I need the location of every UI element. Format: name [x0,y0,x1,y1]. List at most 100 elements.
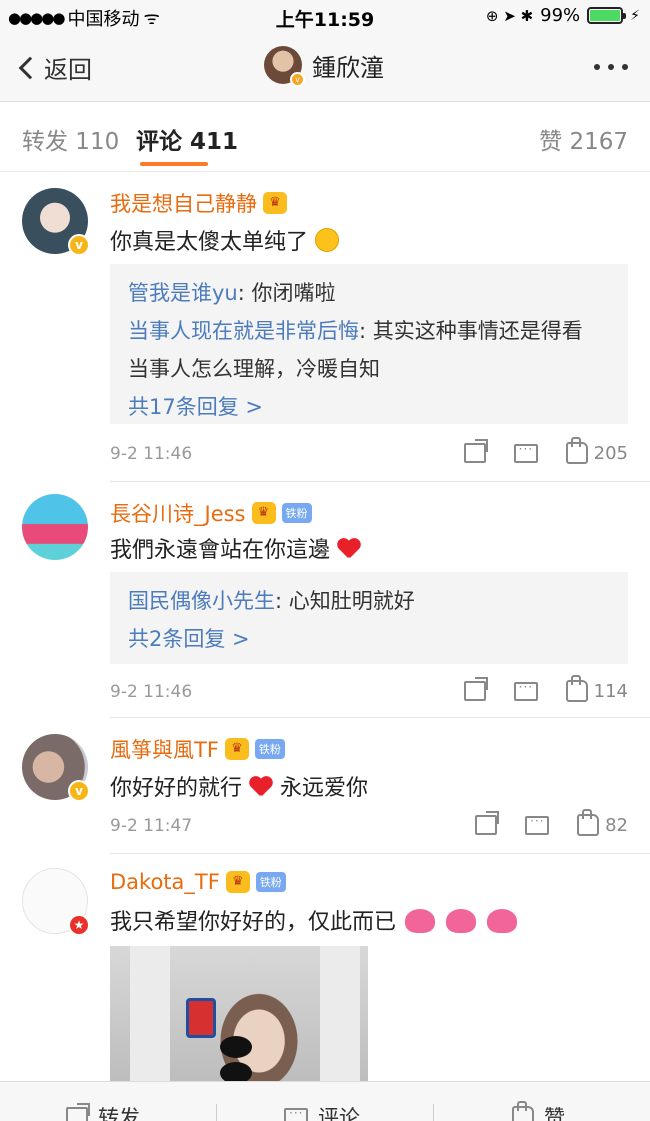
comment-icon [513,442,538,463]
comment-icon [525,814,550,835]
comment-username[interactable]: 我是想自己静静 [110,188,257,218]
reply-button[interactable] [513,680,538,701]
share-icon [475,811,500,835]
share-button[interactable] [463,677,488,701]
fan-badge: 铁粉 [254,739,285,759]
thumbs-up-icon [512,1101,534,1121]
comment-item: v 我是想自己静静 ♛ 你真是太傻太单纯了 管我是谁yu: 你闭嘴啦 当事人现在… [0,172,650,482]
pink-heart-icon [405,909,436,933]
battery-icon [587,7,627,24]
like-button[interactable]: 114 [565,675,628,702]
reply-item: 国民偶像小先生: 心知肚明就好 [128,582,610,620]
reply-text: 当事人怎么理解，冷暖自知 [128,357,380,381]
share-button[interactable] [463,439,488,463]
crown-badge-icon: ♛ [224,738,249,760]
more-icon[interactable] [594,64,628,70]
comment-time: 9-2 11:46 [110,444,193,464]
page-title: 鍾欣潼 [312,53,384,82]
thumbs-up-icon [565,437,588,464]
reply-button[interactable] [513,442,538,463]
avatar[interactable] [22,494,88,560]
thumbs-up-icon [565,675,588,702]
share-button[interactable] [475,811,500,835]
avatar[interactable]: v [22,188,90,256]
upside-down-face-icon [315,228,340,252]
comment-text: 我們永遠會站在你這邊 [110,538,331,563]
reply-username[interactable]: 国民偶像小先生 [128,589,275,613]
tab-indicator [140,162,208,166]
verified-icon: ★ [68,914,90,936]
battery-percent: 99% [540,5,581,26]
avatar[interactable]: v [22,734,90,802]
tab-repost[interactable]: 转发 110 [22,122,119,156]
comment-label: 评论 [318,1106,360,1121]
like-count: 82 [605,814,628,836]
comment-time: 9-2 11:47 [110,816,193,836]
back-label: 返回 [44,56,92,84]
like-label: 赞 [544,1106,565,1121]
comment-text-part1: 你好好的就行 [110,776,243,801]
crown-badge-icon: ♛ [251,502,276,524]
more-replies-link[interactable]: 共2条回复 > [128,620,610,658]
reply-button[interactable] [525,814,550,835]
repost-label: 转发 [98,1106,140,1121]
tab-likes[interactable]: 赞 2167 [539,122,628,156]
share-icon [463,677,488,701]
nav-bar: 返回 v 鍾欣潼 [0,34,650,102]
comment-icon [284,1106,308,1121]
avatar: v [264,46,305,87]
avatar[interactable]: ★ [22,868,90,936]
charging-icon: ⚡ [630,7,640,24]
like-button[interactable]: 82 [577,809,628,836]
chevron-left-icon [18,56,42,79]
verified-icon: v [68,780,90,802]
status-icons: ⊕ ➤ ✱ [485,6,534,25]
comment-text-part2: 永远爱你 [280,776,369,801]
comment-icon [513,680,538,701]
like-button[interactable]: 205 [565,437,628,464]
comment-image[interactable] [110,946,368,1081]
fan-badge: 铁粉 [281,503,312,523]
reply-box[interactable]: 国民偶像小先生: 心知肚明就好 共2条回复 > [110,572,628,664]
repost-button[interactable]: 转发 [66,1102,140,1121]
heart-icon [249,776,273,798]
reply-box[interactable]: 管我是谁yu: 你闭嘴啦 当事人现在就是非常后悔: 其实这种事情还是得看 当事人… [110,264,628,424]
crown-badge-icon: ♛ [225,871,250,893]
more-replies-link[interactable]: 共17条回复 > [128,388,610,426]
reply-text: : 其实这种事情还是得看 [359,319,583,343]
comment-username[interactable]: 風箏與風TF [110,734,219,764]
verified-icon: v [68,234,90,256]
crown-badge-icon: ♛ [263,192,287,214]
share-icon [66,1103,90,1121]
back-button[interactable]: 返回 [16,50,92,85]
like-count: 114 [593,680,628,702]
comment-button[interactable]: 评论 [284,1102,360,1121]
share-icon [463,439,488,463]
like-count: 205 [593,442,628,464]
reply-item: 当事人怎么理解，冷暖自知 [128,350,610,388]
fan-badge: 铁粉 [255,872,286,892]
status-bar: ●●●●● 中国移动 ᯤ 上午11:59 ⊕ ➤ ✱ 99% ⚡ [0,0,650,34]
reply-username[interactable]: 管我是谁yu [128,281,238,305]
verified-icon: v [290,72,305,87]
comment-text: 我只希望你好好的，仅此而已 [110,910,397,935]
pink-heart-icon [487,909,518,933]
comment-time: 9-2 11:46 [110,682,193,702]
bottom-toolbar: 转发 评论 赞 [0,1081,650,1121]
nav-user[interactable]: v 鍾欣潼 [264,46,384,87]
comment-item: v 風箏與風TF ♛ 铁粉 你好好的就行 永远爱你 9-2 11:47 82 [0,718,650,854]
comment-username[interactable]: 長谷川诗_Jess [110,498,246,528]
pink-heart-icon [446,909,477,933]
comment-username[interactable]: Dakota_TF [110,870,220,894]
tab-comments[interactable]: 评论 411 [136,122,238,156]
reply-text: : 你闭嘴啦 [237,281,336,305]
reply-item: 管我是谁yu: 你闭嘴啦 [128,274,610,312]
sign-graphic [186,998,216,1038]
reply-text: : 心知肚明就好 [275,589,415,613]
reply-username[interactable]: 当事人现在就是非常后悔 [128,319,359,343]
thumbs-up-icon [577,809,600,836]
reply-item: 当事人现在就是非常后悔: 其实这种事情还是得看 [128,312,610,350]
like-button[interactable]: 赞 [512,1101,565,1121]
heart-icon [337,538,361,560]
comment-item: 長谷川诗_Jess ♛ 铁粉 我們永遠會站在你這邊 国民偶像小先生: 心知肚明就… [0,482,650,718]
